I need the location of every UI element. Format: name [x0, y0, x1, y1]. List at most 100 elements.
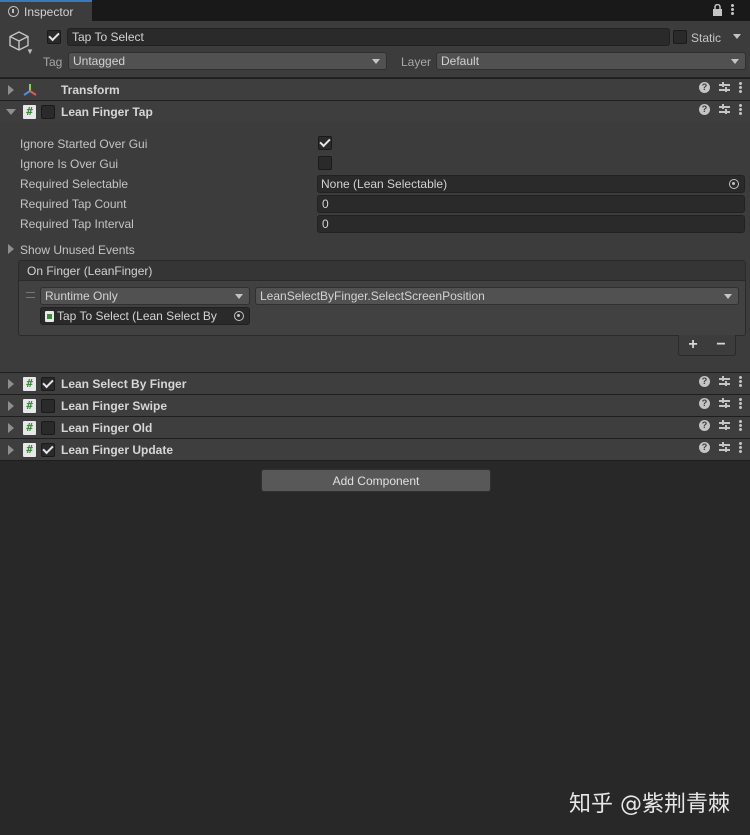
required-selectable-label: Required Selectable: [20, 177, 129, 191]
foldout-arrow-icon[interactable]: [6, 109, 16, 115]
icon-dropdown-icon[interactable]: ▼: [26, 47, 34, 56]
event-list-controls: + −: [678, 335, 736, 356]
help-icon[interactable]: ?: [699, 442, 710, 453]
script-icon: #: [23, 105, 36, 119]
component-header-transform[interactable]: Transform ?: [0, 78, 750, 100]
tag-dropdown[interactable]: Untagged: [68, 52, 387, 70]
show-unused-events-label[interactable]: Show Unused Events: [20, 243, 135, 257]
runtime-mode-dropdown[interactable]: Runtime Only: [40, 287, 250, 305]
more-options-icon[interactable]: [739, 82, 742, 93]
add-component-button[interactable]: Add Component: [261, 469, 491, 492]
component-enabled-checkbox[interactable]: [41, 399, 55, 413]
presets-icon[interactable]: [719, 104, 730, 115]
layer-dropdown[interactable]: Default: [436, 52, 746, 70]
component-header-lean-select-by-finger[interactable]: # Lean Select By Finger ?: [0, 372, 750, 394]
required-tap-count-label: Required Tap Count: [20, 197, 127, 211]
component-enabled-checkbox[interactable]: [41, 443, 55, 457]
tab-bar: [0, 0, 750, 21]
event-function-value: LeanSelectByFinger.SelectScreenPosition: [260, 289, 485, 303]
foldout-arrow-icon[interactable]: [8, 85, 14, 95]
show-unused-events-foldout-icon[interactable]: [8, 244, 14, 254]
on-finger-event-header: On Finger (LeanFinger): [19, 261, 745, 281]
help-icon[interactable]: ?: [699, 82, 710, 93]
tab-label: Inspector: [24, 4, 74, 19]
component-title: Lean Finger Tap: [61, 105, 153, 119]
more-options-icon[interactable]: [739, 442, 742, 453]
foldout-arrow-icon[interactable]: [8, 379, 14, 389]
presets-icon[interactable]: [719, 82, 730, 93]
required-tap-count-field[interactable]: 0: [317, 195, 745, 213]
script-icon: #: [23, 443, 36, 457]
static-dropdown-icon[interactable]: [733, 34, 741, 39]
component-title: Lean Select By Finger: [61, 377, 187, 391]
required-tap-count-value: 0: [322, 197, 329, 211]
more-options-icon[interactable]: [739, 420, 742, 431]
ignore-started-over-gui-checkbox[interactable]: [318, 136, 332, 150]
chevron-down-icon: [731, 59, 739, 64]
script-icon: #: [23, 399, 36, 413]
required-tap-interval-label: Required Tap Interval: [20, 217, 134, 231]
presets-icon[interactable]: [719, 420, 730, 431]
object-picker-icon[interactable]: [729, 179, 739, 189]
foldout-arrow-icon[interactable]: [8, 445, 14, 455]
event-function-dropdown[interactable]: LeanSelectByFinger.SelectScreenPosition: [255, 287, 739, 305]
tab-inspector[interactable]: Inspector: [0, 0, 92, 21]
required-tap-interval-field[interactable]: 0: [317, 215, 745, 233]
required-selectable-value: None (Lean Selectable): [321, 177, 448, 191]
component-title: Lean Finger Update: [61, 443, 174, 457]
drag-handle-icon[interactable]: [26, 292, 35, 298]
event-target-field[interactable]: Tap To Select (Lean Select By: [40, 307, 250, 325]
object-picker-icon[interactable]: [234, 311, 244, 321]
component-title: Lean Finger Swipe: [61, 399, 168, 413]
layer-value: Default: [441, 54, 480, 68]
script-icon: [45, 310, 54, 322]
event-header-label: On Finger (LeanFinger): [27, 263, 153, 278]
tab-menu-icon[interactable]: [731, 0, 734, 19]
static-checkbox[interactable]: [673, 30, 687, 44]
chevron-down-icon: [372, 59, 380, 64]
transform-icon: [22, 82, 38, 101]
component-title: Transform: [61, 83, 120, 97]
ignore-started-over-gui-label: Ignore Started Over Gui: [20, 137, 148, 151]
script-icon: #: [23, 421, 36, 435]
component-header-lean-finger-old[interactable]: # Lean Finger Old ?: [0, 416, 750, 438]
tag-label: Tag: [43, 55, 63, 69]
presets-icon[interactable]: [719, 442, 730, 453]
help-icon[interactable]: ?: [699, 420, 710, 431]
layer-label: Layer: [401, 55, 432, 69]
tag-value: Untagged: [73, 54, 126, 68]
add-listener-button[interactable]: +: [688, 336, 697, 354]
chevron-down-icon: [724, 294, 732, 299]
ignore-is-over-gui-checkbox[interactable]: [318, 156, 332, 170]
help-icon[interactable]: ?: [699, 376, 710, 387]
help-icon[interactable]: ?: [699, 104, 710, 115]
lock-icon[interactable]: [712, 0, 723, 19]
gameobject-active-checkbox[interactable]: [47, 30, 61, 44]
component-header-lean-finger-tap[interactable]: # Lean Finger Tap ?: [0, 100, 750, 122]
required-selectable-field[interactable]: None (Lean Selectable): [317, 175, 745, 193]
remove-listener-button[interactable]: −: [716, 336, 725, 354]
info-icon: [8, 6, 19, 17]
ignore-is-over-gui-label: Ignore Is Over Gui: [20, 157, 119, 171]
more-options-icon[interactable]: [739, 104, 742, 115]
static-label: Static: [691, 31, 722, 45]
more-options-icon[interactable]: [739, 376, 742, 387]
component-header-lean-finger-update[interactable]: # Lean Finger Update ?: [0, 438, 750, 461]
component-enabled-checkbox[interactable]: [41, 377, 55, 391]
watermark: 知乎 @紫荆青棘: [569, 792, 730, 817]
presets-icon[interactable]: [719, 376, 730, 387]
component-header-lean-finger-swipe[interactable]: # Lean Finger Swipe ?: [0, 394, 750, 416]
help-icon[interactable]: ?: [699, 398, 710, 409]
runtime-mode-value: Runtime Only: [45, 289, 118, 303]
component-enabled-checkbox[interactable]: [41, 421, 55, 435]
presets-icon[interactable]: [719, 398, 730, 409]
foldout-arrow-icon[interactable]: [8, 401, 14, 411]
component-enabled-checkbox[interactable]: [41, 105, 55, 119]
foldout-arrow-icon[interactable]: [8, 423, 14, 433]
chevron-down-icon: [235, 294, 243, 299]
gameobject-name-field[interactable]: Tap To Select: [67, 28, 670, 46]
component-title: Lean Finger Old: [61, 421, 153, 435]
required-tap-interval-value: 0: [322, 217, 329, 231]
script-icon: #: [23, 377, 36, 391]
more-options-icon[interactable]: [739, 398, 742, 409]
